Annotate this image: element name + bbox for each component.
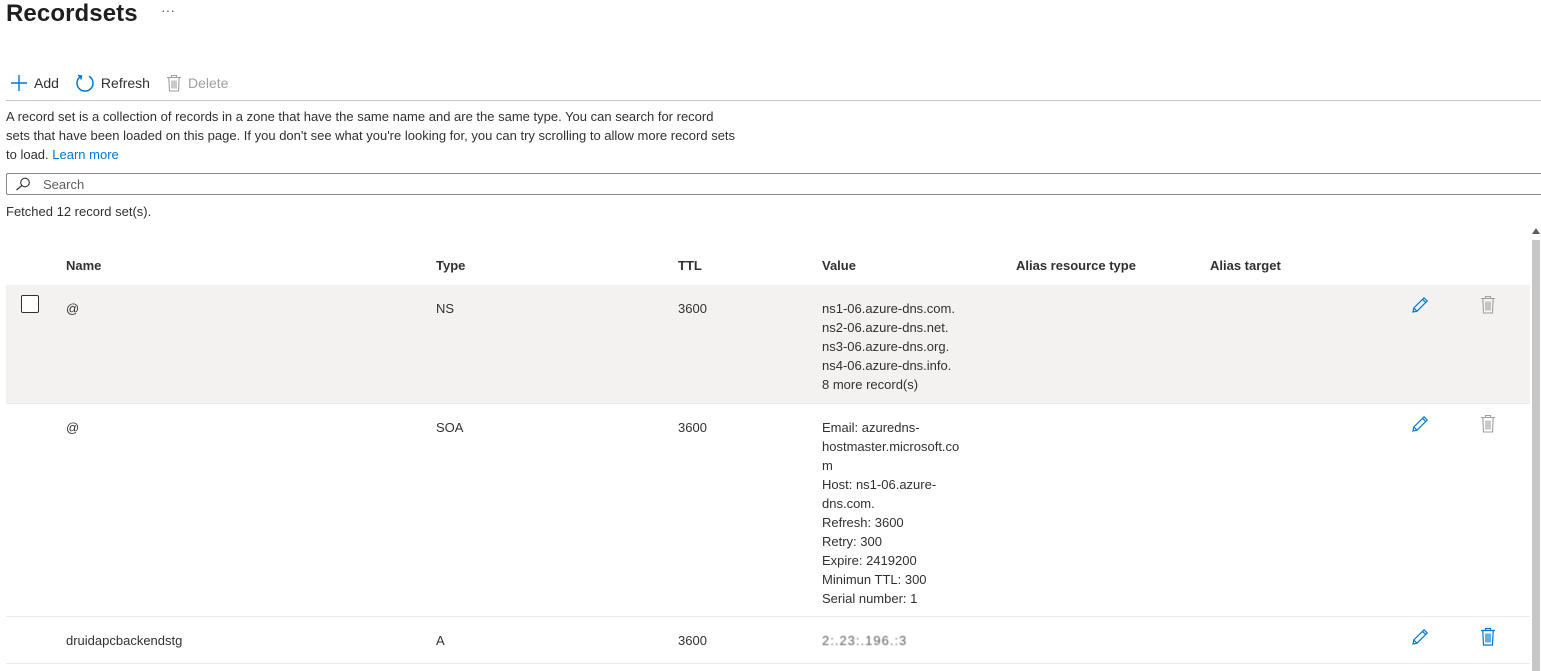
value-line: Retry: 300 (822, 534, 882, 549)
plus-icon (10, 74, 28, 92)
scroll-up-arrow-icon[interactable] (1532, 228, 1540, 234)
row-ttl: 3600 (678, 301, 707, 316)
value-line: hostmaster.microsoft.co (822, 439, 960, 454)
row-type: SOA (436, 420, 464, 435)
search-box[interactable] (6, 173, 1541, 195)
more-options-button[interactable]: ··· (161, 2, 175, 18)
trash-icon (166, 74, 182, 92)
value-line: Host: ns1-06.azure- (822, 477, 937, 492)
page-title: Recordsets (6, 0, 138, 27)
row-delete-button[interactable] (1480, 295, 1496, 317)
column-header-alias-resource-type[interactable]: Alias resource type (1016, 258, 1136, 273)
column-header-type[interactable]: Type (436, 258, 465, 273)
edit-button[interactable] (1410, 627, 1430, 650)
search-input[interactable] (43, 176, 1443, 192)
value-line: Refresh: 3600 (822, 515, 904, 530)
value-line: Minimun TTL: 300 (822, 572, 927, 587)
toolbar-divider (6, 100, 1541, 101)
value-line: Expire: 2419200 (822, 553, 917, 568)
fetched-status: Fetched 12 record set(s). (6, 204, 152, 219)
refresh-button-label: Refresh (100, 75, 150, 91)
row-ttl: 3600 (678, 420, 707, 435)
value-line: Serial number: 1 (822, 591, 918, 606)
row-name[interactable]: @ (66, 418, 79, 437)
row-value: ns1-06.azure-dns.com. ns2-06.azure-dns.n… (822, 299, 972, 394)
row-type: NS (436, 301, 455, 316)
scrollbar-thumb[interactable] (1532, 240, 1540, 671)
trash-icon (1480, 627, 1496, 649)
add-button[interactable]: Add (10, 74, 59, 92)
command-bar: Add Refresh Delete (10, 72, 244, 94)
delete-button[interactable]: Delete (166, 74, 228, 92)
row-value: Email: azuredns- hostmaster.microsoft.co… (822, 418, 972, 608)
row-delete-button[interactable] (1480, 627, 1496, 649)
pencil-icon (1410, 628, 1430, 650)
description-text: A record set is a collection of records … (6, 107, 736, 164)
refresh-button[interactable]: Refresh (75, 73, 150, 93)
column-header-ttl[interactable]: TTL (678, 258, 702, 273)
value-line: 2:.23:.196.:3 (822, 633, 908, 648)
column-header-alias-target[interactable]: Alias target (1210, 258, 1281, 273)
add-button-label: Add (34, 75, 59, 91)
trash-icon (1480, 295, 1496, 317)
refresh-icon (75, 73, 95, 93)
delete-button-label: Delete (187, 75, 229, 91)
value-line: ns4-06.azure-dns.info. (822, 358, 952, 373)
table-row[interactable]: @ NS 3600 ns1-06.azure-dns.com. ns2-06.a… (6, 285, 1530, 404)
row-checkbox[interactable] (21, 295, 39, 313)
value-line: ns3-06.azure-dns.org. (822, 339, 950, 354)
edit-button[interactable] (1410, 295, 1430, 318)
table-row[interactable]: druidapcbackendstg A 3600 2:.23:.196.:3 (6, 617, 1530, 664)
pencil-icon (1410, 415, 1430, 437)
row-type: A (436, 633, 445, 648)
value-line: ns2-06.azure-dns.net. (822, 320, 949, 335)
column-header-value[interactable]: Value (822, 258, 856, 273)
search-icon (15, 177, 31, 191)
edit-button[interactable] (1410, 414, 1430, 437)
table-header: Name Type TTL Value Alias resource type … (6, 248, 1530, 285)
value-line: 8 more record(s) (822, 377, 919, 392)
row-name[interactable]: @ (66, 299, 79, 318)
row-ttl: 3600 (678, 633, 707, 648)
recordsets-table: Name Type TTL Value Alias resource type … (6, 248, 1530, 664)
value-line: m (822, 458, 833, 473)
pencil-icon (1410, 296, 1430, 318)
row-name[interactable]: druidapcbackendstg (66, 631, 182, 650)
value-line: ns1-06.azure-dns.com. (822, 301, 955, 316)
recordsets-page: Recordsets ··· Add Refresh Delete A reco… (0, 0, 1541, 671)
trash-icon (1480, 414, 1496, 436)
table-scrollbar[interactable] (1530, 226, 1541, 671)
value-line: Email: azuredns- (822, 420, 920, 435)
table-row[interactable]: @ SOA 3600 Email: azuredns- hostmaster.m… (6, 404, 1530, 617)
value-line: dns.com. (822, 496, 875, 511)
learn-more-link[interactable]: Learn more (52, 147, 118, 162)
row-delete-button[interactable] (1480, 414, 1496, 436)
column-header-name[interactable]: Name (66, 258, 101, 273)
row-value: 2:.23:.196.:3 (822, 631, 972, 650)
